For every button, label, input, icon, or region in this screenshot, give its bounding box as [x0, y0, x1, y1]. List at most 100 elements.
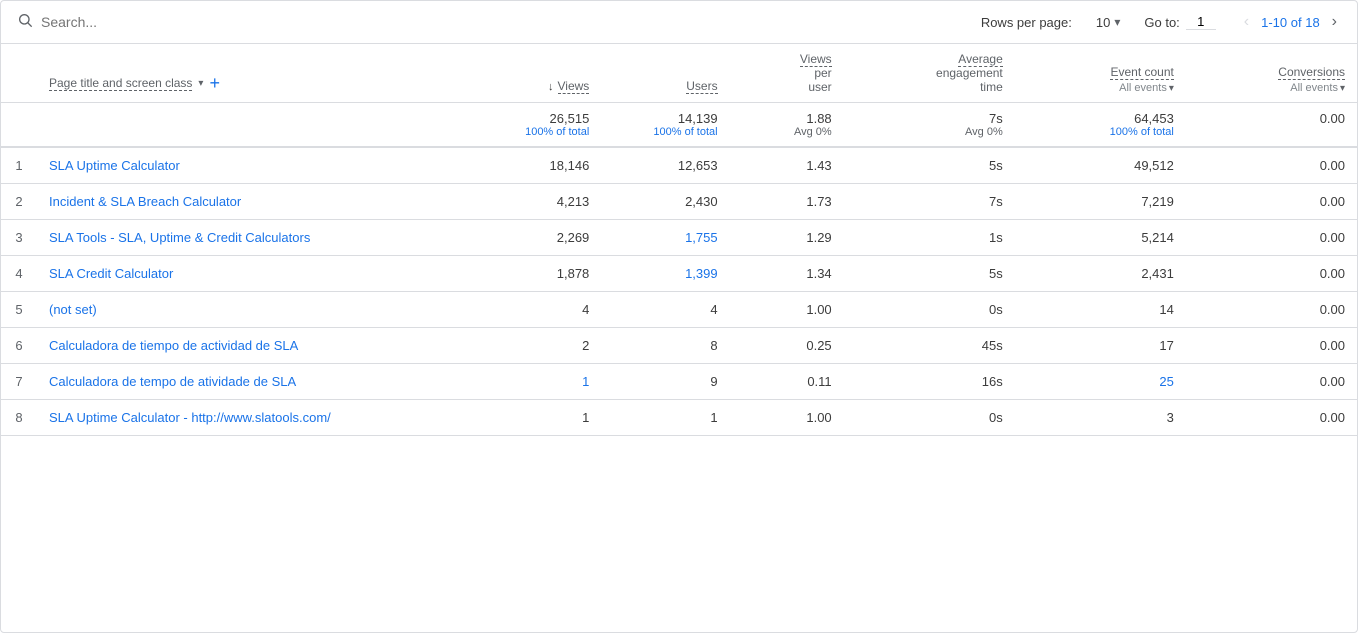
table-wrap: Page title and screen class ▾ + ↓ Views: [1, 44, 1357, 436]
search-right: Rows per page: 10 ▾ Go to: ‹ 1-10 of 18 …: [981, 11, 1341, 33]
totals-aet-value: 7s: [856, 111, 1003, 126]
totals-users-sub: 100% of total: [613, 126, 717, 138]
row-event-count: 7,219: [1015, 184, 1186, 220]
row-aet: 1s: [844, 220, 1015, 256]
row-users: 1: [601, 400, 729, 436]
row-views: 1: [473, 364, 601, 400]
chevron-down-icon: ▾: [1114, 15, 1120, 29]
totals-row: 26,515 100% of total 14,139 100% of tota…: [1, 103, 1357, 148]
col-header-aet[interactable]: Average engagement time: [844, 44, 1015, 103]
row-conversions: 0.00: [1186, 292, 1357, 328]
page-range: 1-10 of 18: [1261, 15, 1320, 30]
row-vpu: 1.00: [730, 292, 844, 328]
search-bar: Rows per page: 10 ▾ Go to: ‹ 1-10 of 18 …: [1, 1, 1357, 44]
next-page-button[interactable]: ›: [1328, 11, 1341, 33]
totals-vpu-cell: 1.88 Avg 0%: [730, 103, 844, 148]
goto-label: Go to:: [1144, 15, 1179, 30]
row-aet: 16s: [844, 364, 1015, 400]
row-event-count: 25: [1015, 364, 1186, 400]
totals-views-value: 26,515: [485, 111, 589, 126]
goto-section: Go to:: [1144, 14, 1215, 30]
row-number: 8: [1, 400, 37, 436]
users-col-label: Users: [686, 79, 717, 94]
event-count-dropdown-icon[interactable]: ▾: [1169, 83, 1174, 94]
table-row: 8 SLA Uptime Calculator - http://www.sla…: [1, 400, 1357, 436]
conversions-sub-label: All events: [1290, 82, 1338, 94]
row-event-count: 5,214: [1015, 220, 1186, 256]
search-left: [17, 12, 241, 33]
row-title[interactable]: SLA Credit Calculator: [37, 256, 473, 292]
totals-title-cell: [37, 103, 473, 148]
row-title[interactable]: SLA Tools - SLA, Uptime & Credit Calcula…: [37, 220, 473, 256]
col-header-dimension[interactable]: Page title and screen class ▾ +: [37, 44, 473, 103]
aet-col-label3: time: [856, 80, 1003, 94]
rows-per-page-select[interactable]: 10 ▾: [1096, 15, 1121, 30]
row-users: 1,755: [601, 220, 729, 256]
search-input[interactable]: [41, 14, 241, 30]
col-header-event-count[interactable]: Event count All events ▾: [1015, 44, 1186, 103]
col-header-users[interactable]: Users: [601, 44, 729, 103]
row-aet: 45s: [844, 328, 1015, 364]
col-header-vpu[interactable]: Views per user: [730, 44, 844, 103]
event-count-col-label: Event count: [1110, 65, 1173, 80]
row-event-count: 14: [1015, 292, 1186, 328]
row-conversions: 0.00: [1186, 184, 1357, 220]
totals-views-sub: 100% of total: [485, 126, 589, 138]
views-col-label: Views: [558, 79, 590, 94]
col-header-conversions[interactable]: Conversions All events ▾: [1186, 44, 1357, 103]
dimension-col-label: Page title and screen class: [49, 76, 192, 91]
row-event-count: 2,431: [1015, 256, 1186, 292]
totals-num-cell: [1, 103, 37, 148]
table-row: 1 SLA Uptime Calculator 18,146 12,653 1.…: [1, 147, 1357, 184]
row-conversions: 0.00: [1186, 220, 1357, 256]
totals-ec-value: 64,453: [1027, 111, 1174, 126]
row-users: 8: [601, 328, 729, 364]
data-table: Page title and screen class ▾ + ↓ Views: [1, 44, 1357, 436]
row-users: 12,653: [601, 147, 729, 184]
totals-ec-sub: 100% of total: [1027, 126, 1174, 138]
row-users: 1,399: [601, 256, 729, 292]
row-users: 9: [601, 364, 729, 400]
row-number: 2: [1, 184, 37, 220]
row-event-count: 49,512: [1015, 147, 1186, 184]
row-title[interactable]: SLA Uptime Calculator - http://www.slato…: [37, 400, 473, 436]
vpu-col-label1: Views: [800, 52, 832, 67]
row-views: 4,213: [473, 184, 601, 220]
row-title[interactable]: Calculadora de tempo de atividade de SLA: [37, 364, 473, 400]
row-number: 6: [1, 328, 37, 364]
row-number: 7: [1, 364, 37, 400]
table-row: 2 Incident & SLA Breach Calculator 4,213…: [1, 184, 1357, 220]
row-title[interactable]: Incident & SLA Breach Calculator: [37, 184, 473, 220]
add-column-button[interactable]: +: [209, 73, 220, 94]
sort-arrow-icon: ↓: [548, 81, 554, 93]
vpu-col-label3: user: [742, 80, 832, 94]
row-title[interactable]: Calculadora de tiempo de actividad de SL…: [37, 328, 473, 364]
row-views: 4: [473, 292, 601, 328]
prev-page-button[interactable]: ‹: [1240, 11, 1253, 33]
totals-conv-cell: 0.00: [1186, 103, 1357, 148]
dimension-dropdown-icon[interactable]: ▾: [198, 78, 203, 89]
rows-per-page-label: Rows per page:: [981, 15, 1072, 30]
row-num-header: [1, 44, 37, 103]
row-title[interactable]: (not set): [37, 292, 473, 328]
rows-per-page-value: 10: [1096, 15, 1110, 30]
row-vpu: 0.25: [730, 328, 844, 364]
row-users: 4: [601, 292, 729, 328]
table-row: 7 Calculadora de tempo de atividade de S…: [1, 364, 1357, 400]
row-views: 18,146: [473, 147, 601, 184]
totals-users-value: 14,139: [613, 111, 717, 126]
row-views: 2,269: [473, 220, 601, 256]
conversions-dropdown-icon[interactable]: ▾: [1340, 83, 1345, 94]
col-header-views[interactable]: ↓ Views: [473, 44, 601, 103]
row-vpu: 1.43: [730, 147, 844, 184]
totals-vpu-sub: Avg 0%: [742, 126, 832, 138]
row-users: 2,430: [601, 184, 729, 220]
pagination-info: ‹ 1-10 of 18 ›: [1240, 11, 1341, 33]
row-conversions: 0.00: [1186, 328, 1357, 364]
goto-input[interactable]: [1186, 14, 1216, 30]
totals-conv-value: 0.00: [1198, 111, 1345, 126]
row-conversions: 0.00: [1186, 256, 1357, 292]
row-title[interactable]: SLA Uptime Calculator: [37, 147, 473, 184]
conversions-col-label: Conversions: [1278, 65, 1345, 80]
row-views: 2: [473, 328, 601, 364]
